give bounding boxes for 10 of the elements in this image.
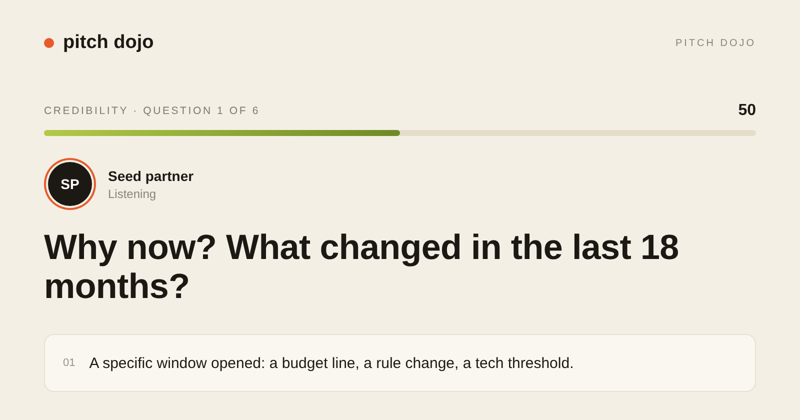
answer-option[interactable]: 01 A specific window opened: a budget line, a rule change, a tech threshold.: [44, 334, 756, 392]
brand-tag: PITCH DOJO: [675, 38, 756, 48]
avatar: SP: [48, 162, 92, 206]
persona-name: Seed partner: [108, 168, 194, 184]
persona-status: Listening: [108, 186, 158, 200]
question-heading: Why now? What changed in the last 18 months?: [44, 228, 680, 306]
score: 50: [738, 102, 756, 120]
brand-dot-icon: [44, 38, 54, 48]
progress-label: CREDIBILITY · QUESTION 1 OF 6: [44, 105, 260, 117]
brand-name: pitch dojo: [63, 32, 154, 54]
